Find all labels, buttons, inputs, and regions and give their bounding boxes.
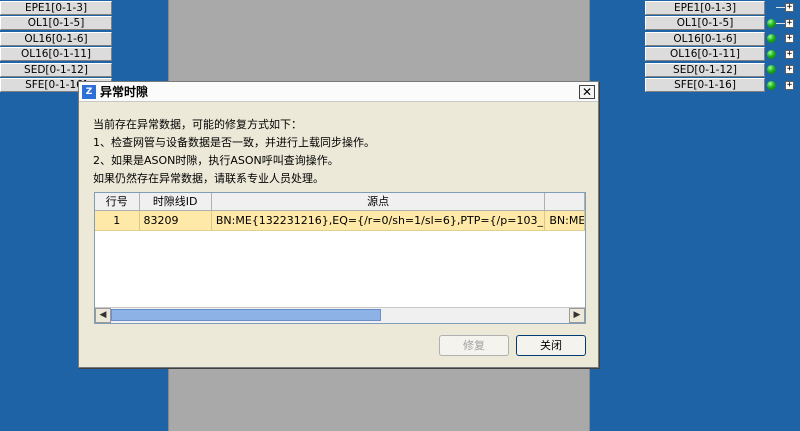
table-cell: BN:ME — [545, 211, 585, 230]
port-label[interactable]: EPE1[0-1-3] — [645, 0, 765, 15]
port-row[interactable]: EPE1[0-1-3] — [0, 0, 112, 16]
abnormal-timeslot-dialog: Z 异常时隙 ✕ 当前存在异常数据，可能的修复方式如下： 1、检查网管与设备数据… — [78, 81, 599, 368]
connector-line — [776, 22, 785, 24]
dialog-titlebar[interactable]: Z 异常时隙 ✕ — [79, 82, 598, 102]
column-header-row-number[interactable]: 行号 — [95, 193, 140, 210]
scroll-left-icon[interactable]: ◀ — [95, 308, 111, 323]
expand-icon[interactable]: + — [785, 18, 794, 28]
port-row[interactable]: SFE[0-1-16] + — [645, 78, 794, 94]
dialog-message: 当前存在异常数据，可能的修复方式如下： 1、检查网管与设备数据是否一致，并进行上… — [93, 116, 375, 188]
message-line: 2、如果是ASON时隙，执行ASON呼叫查询操作。 — [93, 154, 339, 167]
port-label[interactable]: OL16[0-1-11] — [0, 47, 112, 62]
column-header-source[interactable]: 源点 — [212, 193, 546, 210]
scroll-thumb[interactable] — [111, 309, 381, 321]
port-label[interactable]: OL1[0-1-5] — [645, 16, 765, 31]
left-port-list: EPE1[0-1-3] OL1[0-1-5] OL16[0-1-6] OL16[… — [0, 0, 112, 93]
port-row[interactable]: OL16[0-1-11] — [0, 47, 112, 63]
port-row[interactable]: SED[0-1-12] — [0, 62, 112, 78]
expand-icon[interactable]: + — [785, 65, 794, 74]
port-label[interactable]: SED[0-1-12] — [0, 62, 112, 77]
port-row[interactable]: OL1[0-1-5] — [0, 16, 112, 32]
status-green-icon — [767, 80, 776, 90]
connector-line — [776, 7, 785, 8]
app-icon: Z — [82, 84, 96, 99]
expand-icon[interactable]: + — [785, 49, 794, 59]
message-line: 如果仍然存在异常数据，请联系专业人员处理。 — [93, 172, 324, 185]
expand-icon[interactable]: + — [785, 34, 794, 43]
table-cell: BN:ME{132231216},EQ={/r=0/sh=1/sl=6},PTP… — [212, 211, 546, 230]
port-row[interactable]: OL16[0-1-6] — [0, 31, 112, 47]
status-green-icon — [767, 65, 776, 74]
repair-button[interactable]: 修复 — [439, 335, 509, 356]
port-row[interactable]: OL1[0-1-5] + — [645, 16, 794, 32]
column-header-sink[interactable] — [545, 193, 585, 210]
close-button[interactable]: 关闭 — [516, 335, 586, 356]
column-header-timeslot-id[interactable]: 时隙线ID — [140, 193, 212, 210]
status-green-icon — [767, 34, 776, 43]
port-label[interactable]: OL16[0-1-6] — [0, 31, 112, 46]
abnormal-data-table: 行号 时隙线ID 源点 1 83209 BN:ME{132231216},EQ=… — [94, 192, 586, 324]
close-icon[interactable]: ✕ — [579, 84, 595, 99]
scroll-right-icon[interactable]: ▶ — [569, 308, 585, 323]
port-label[interactable]: OL16[0-1-6] — [645, 31, 765, 46]
expand-icon[interactable]: + — [785, 80, 794, 90]
port-label[interactable]: OL1[0-1-5] — [0, 16, 112, 31]
expand-icon[interactable]: + — [785, 3, 794, 12]
right-port-list: EPE1[0-1-3] + OL1[0-1-5] + OL16[0-1-6] +… — [645, 0, 794, 94]
message-line: 当前存在异常数据，可能的修复方式如下： — [93, 118, 302, 131]
horizontal-scrollbar[interactable]: ◀ ▶ — [95, 307, 585, 323]
message-line: 1、检查网管与设备数据是否一致，并进行上载同步操作。 — [93, 136, 375, 149]
status-green-icon — [767, 18, 776, 28]
port-label[interactable]: SED[0-1-12] — [645, 62, 765, 77]
port-label[interactable]: OL16[0-1-11] — [645, 47, 765, 62]
table-header: 行号 时隙线ID 源点 — [95, 193, 585, 211]
table-cell: 1 — [95, 211, 140, 230]
table-cell: 83209 — [140, 211, 212, 230]
port-row[interactable]: EPE1[0-1-3] + — [645, 0, 794, 16]
status-green-icon — [767, 49, 776, 59]
scroll-track[interactable] — [111, 308, 569, 323]
port-row[interactable]: OL16[0-1-11] + — [645, 47, 794, 63]
dialog-title: 异常时隙 — [100, 85, 149, 99]
port-label[interactable]: EPE1[0-1-3] — [0, 0, 112, 15]
port-row[interactable]: OL16[0-1-6] + — [645, 31, 794, 47]
port-row[interactable]: SED[0-1-12] + — [645, 62, 794, 78]
port-label[interactable]: SFE[0-1-16] — [645, 78, 765, 93]
table-row[interactable]: 1 83209 BN:ME{132231216},EQ={/r=0/sh=1/s… — [95, 211, 585, 231]
